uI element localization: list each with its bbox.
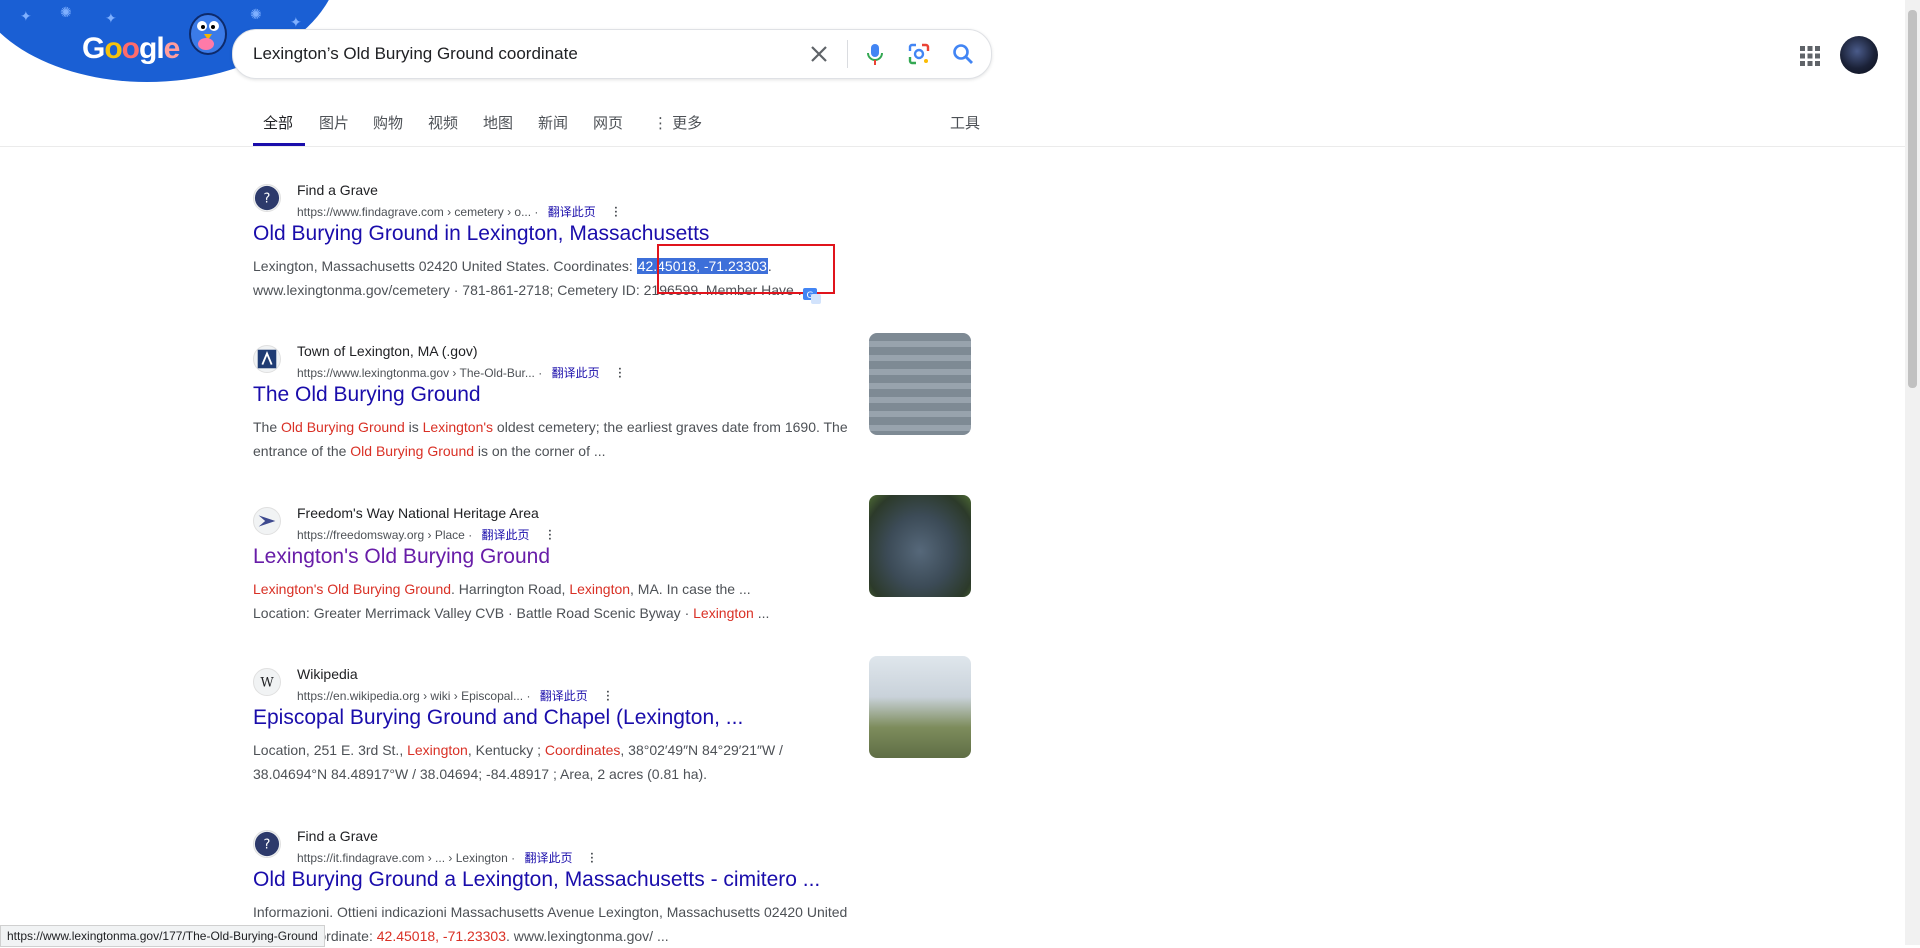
search-input[interactable]: Lexington’s Old Burying Ground coordinat… [253, 44, 578, 64]
result-snippet: Lexington, Massachusetts 02420 United St… [253, 258, 810, 298]
translate-link[interactable]: 翻译此页 [548, 205, 596, 219]
site-name[interactable]: Find a Grave [297, 828, 378, 844]
status-bar-url: https://www.lexingtonma.gov/177/The-Old-… [0, 925, 325, 947]
site-url[interactable]: https://en.wikipedia.org › wiki › Episco… [297, 687, 615, 704]
result-title[interactable]: Episcopal Burying Ground and Chapel (Lex… [253, 706, 743, 730]
result-snippet: Lexington's Old Burying Ground. Harringt… [253, 581, 770, 621]
tab-all[interactable]: 全部 [263, 112, 293, 133]
result-thumbnail[interactable] [869, 495, 971, 597]
search-divider [847, 40, 848, 68]
more-options-icon[interactable]: ··· [613, 367, 627, 379]
tab-shopping[interactable]: 购物 [373, 112, 403, 133]
more-options-icon[interactable]: ··· [585, 852, 599, 864]
result-thumbnail[interactable] [869, 333, 971, 435]
freedomsway-favicon-icon [253, 507, 281, 535]
result-title[interactable]: Old Burying Ground a Lexington, Massachu… [253, 868, 820, 892]
wikipedia-favicon-icon: W [253, 668, 281, 696]
translate-link[interactable]: 翻译此页 [524, 851, 572, 865]
translate-link[interactable]: 翻译此页 [552, 366, 600, 380]
svg-text:W: W [260, 676, 274, 691]
result-thumbnail[interactable] [869, 656, 971, 758]
more-options-icon[interactable]: ··· [609, 206, 623, 218]
result-snippet: The Old Burying Ground is Lexington's ol… [253, 419, 848, 459]
apps-grid-icon[interactable] [1798, 44, 1822, 68]
sparkle-icon: ✺ [250, 6, 262, 22]
logo-text: Google [82, 32, 180, 65]
clear-icon[interactable] [805, 40, 833, 68]
site-name[interactable]: Find a Grave [297, 182, 378, 198]
translate-popup-icon[interactable]: G [802, 287, 822, 305]
site-name[interactable]: Freedom's Way National Heritage Area [297, 505, 539, 521]
site-name[interactable]: Town of Lexington, MA (.gov) [297, 343, 478, 359]
tab-news[interactable]: 新闻 [538, 112, 568, 133]
tab-maps[interactable]: 地图 [483, 112, 513, 133]
site-url[interactable]: https://www.findagrave.com › cemetery › … [297, 203, 623, 220]
translate-link[interactable]: 翻译此页 [540, 689, 588, 703]
tab-images[interactable]: 图片 [319, 112, 349, 133]
search-box[interactable]: Lexington’s Old Burying Ground coordinat… [232, 29, 992, 79]
search-icon[interactable] [949, 40, 977, 68]
sparkle-icon: ✦ [20, 8, 32, 24]
result-snippet: Location, 251 E. 3rd St., Lexington, Ken… [253, 742, 783, 782]
site-name[interactable]: Wikipedia [297, 666, 358, 682]
tab-videos[interactable]: 视频 [428, 112, 458, 133]
result-title[interactable]: The Old Burying Ground [253, 383, 481, 407]
result-title[interactable]: Old Burying Ground in Lexington, Massach… [253, 222, 709, 246]
site-url[interactable]: https://it.findagrave.com › ... › Lexing… [297, 849, 599, 866]
google-lens-icon[interactable] [905, 40, 933, 68]
lexington-gov-favicon-icon [253, 345, 281, 373]
sparkle-icon: ✦ [105, 10, 117, 26]
site-url[interactable]: https://freedomsway.org › Place · 翻译此页 ··… [297, 526, 557, 543]
result-snippet: Informazioni. Ottieni indicazioni Massac… [253, 904, 848, 944]
tabs-divider [0, 146, 1905, 147]
findagrave-favicon-icon: ? [253, 184, 281, 212]
site-url[interactable]: https://www.lexingtonma.gov › The-Old-Bu… [297, 364, 627, 381]
microphone-icon[interactable] [861, 40, 889, 68]
svg-text:?: ? [264, 192, 271, 207]
tools-button[interactable]: 工具 [950, 112, 980, 133]
scrollbar-thumb[interactable] [1908, 10, 1917, 388]
translate-link[interactable]: 翻译此页 [482, 528, 530, 542]
sparkle-icon: ✺ [60, 4, 72, 20]
more-options-icon[interactable]: ··· [601, 690, 615, 702]
bird-mascot-icon [189, 13, 227, 55]
result-title[interactable]: Lexington's Old Burying Ground [253, 545, 550, 569]
svg-text:?: ? [264, 838, 271, 853]
findagrave-favicon-icon: ? [253, 830, 281, 858]
more-options-icon[interactable]: ··· [543, 529, 557, 541]
tab-more[interactable]: ⋮ 更多 [653, 112, 702, 133]
account-avatar[interactable] [1840, 36, 1878, 74]
tab-web[interactable]: 网页 [593, 112, 623, 133]
